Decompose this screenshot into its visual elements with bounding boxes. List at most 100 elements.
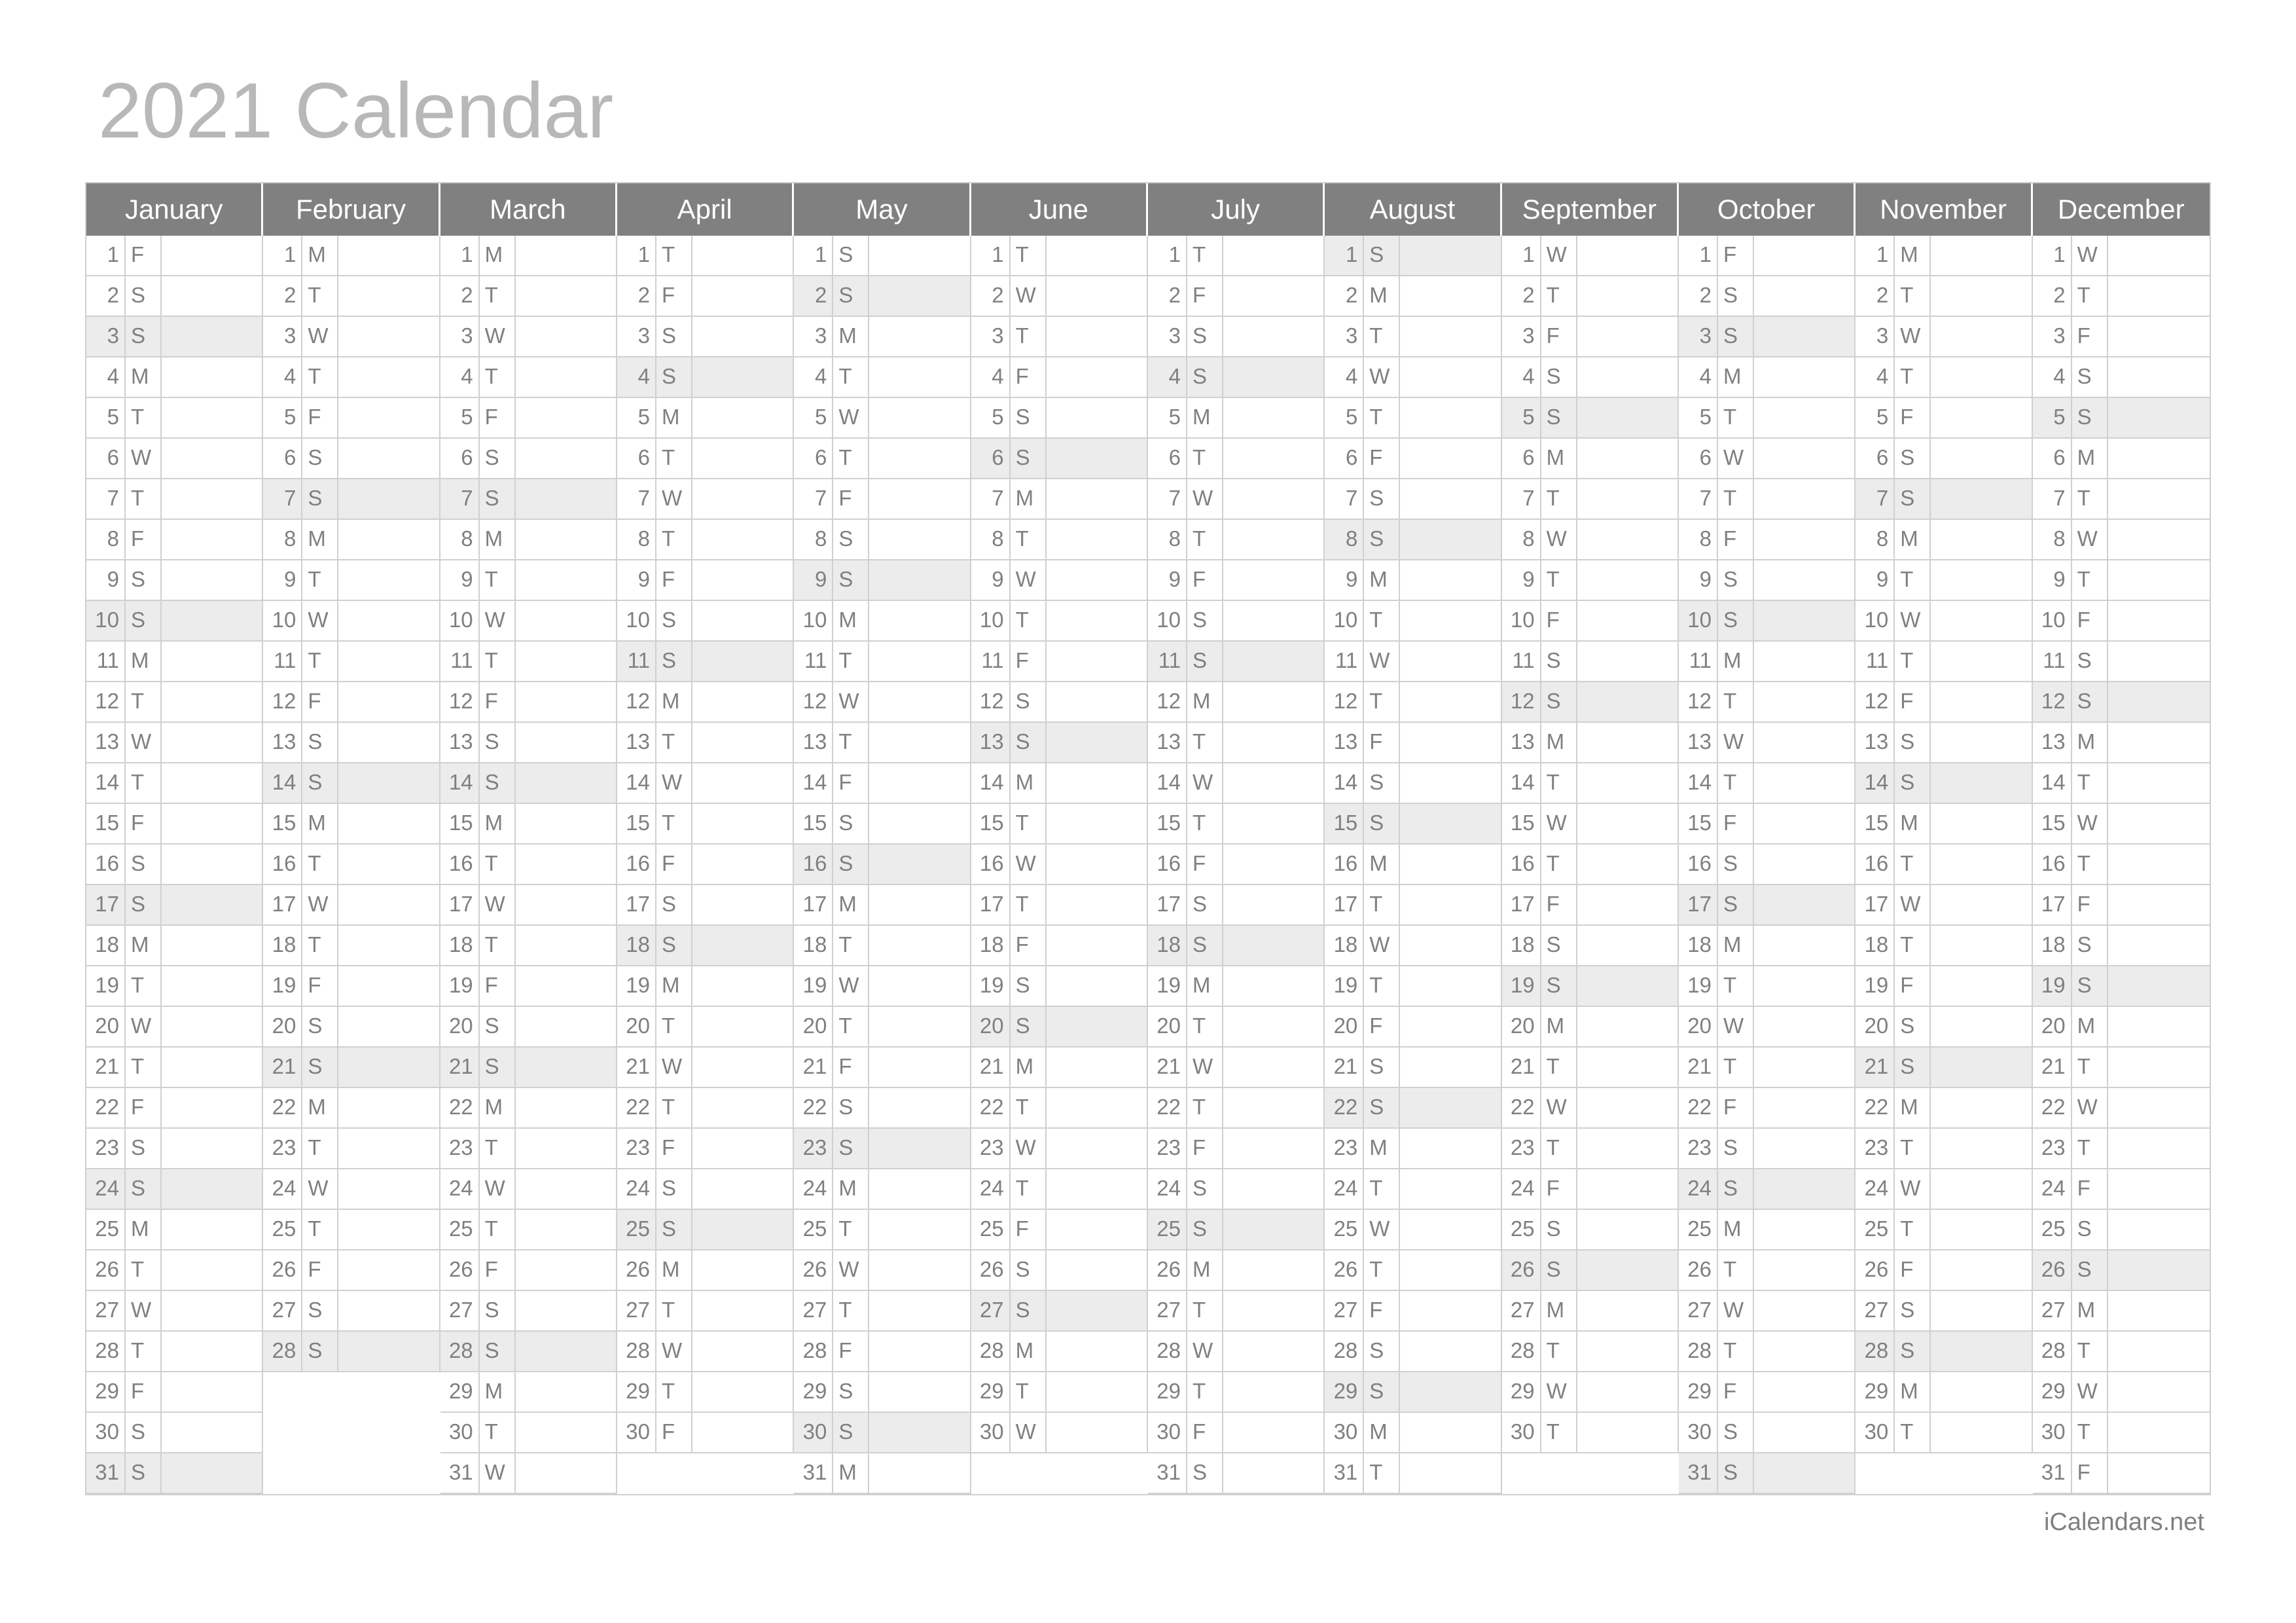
day-cell: 18S	[2033, 926, 2210, 966]
day-number: 24	[971, 1169, 1011, 1210]
day-space	[1400, 276, 1500, 317]
day-weekday: F	[1541, 885, 1577, 926]
day-number: 18	[2033, 926, 2072, 966]
day-space	[1223, 1210, 1323, 1250]
day-number: 11	[263, 642, 302, 682]
day-weekday: W	[480, 1453, 516, 1494]
day-space	[1931, 723, 2031, 763]
day-weekday: S	[833, 1088, 869, 1129]
day-space	[692, 1007, 793, 1048]
day-weekday: T	[1718, 966, 1754, 1007]
day-weekday: W	[480, 601, 516, 642]
day-space	[338, 236, 439, 276]
day-space	[1047, 642, 1147, 682]
day-weekday: W	[1364, 357, 1400, 398]
day-cell: 1S	[794, 236, 971, 276]
day-weekday: S	[1541, 1210, 1577, 1250]
day-number: 1	[440, 236, 480, 276]
day-weekday: S	[1364, 763, 1400, 804]
day-cell: 16F	[617, 845, 794, 885]
day-weekday: M	[833, 317, 869, 357]
day-weekday: F	[2072, 1169, 2108, 1210]
day-space	[1223, 317, 1323, 357]
day-weekday: T	[1364, 1453, 1400, 1494]
day-weekday: F	[480, 682, 516, 723]
day-number: 19	[1856, 966, 1895, 1007]
day-number: 28	[1679, 1332, 1718, 1372]
day-weekday: F	[1187, 845, 1223, 885]
day-cell: 26S	[1502, 1250, 1679, 1291]
day-cell: 12W	[794, 682, 971, 723]
day-weekday: F	[2072, 1453, 2108, 1494]
day-cell: 26T	[1679, 1250, 1856, 1291]
month-column: November1M2T3W4T5F6S7S8M9T10W11T12F13S14…	[1856, 183, 2032, 1494]
month-column: July1T2F3S4S5M6T7W8T9F10S11S12M13T14W15T…	[1148, 183, 1325, 1494]
day-weekday: S	[1011, 398, 1047, 439]
day-number: 2	[440, 276, 480, 317]
day-space	[516, 317, 616, 357]
day-cell: 10S	[1679, 601, 1856, 642]
day-number: 9	[1502, 560, 1541, 601]
day-number: 20	[86, 1007, 126, 1048]
day-weekday: T	[833, 1007, 869, 1048]
day-space	[338, 1048, 439, 1088]
day-number: 27	[1325, 1291, 1364, 1332]
day-space	[1754, 560, 1854, 601]
day-space	[2108, 1372, 2210, 1413]
day-number: 20	[617, 1007, 656, 1048]
day-number: 17	[440, 885, 480, 926]
day-number: 11	[1502, 642, 1541, 682]
day-weekday: F	[1364, 723, 1400, 763]
footer-credit: iCalendars.net	[85, 1508, 2211, 1537]
day-weekday: T	[1541, 763, 1577, 804]
day-number: 28	[440, 1332, 480, 1372]
day-weekday: T	[1718, 763, 1754, 804]
day-cell: 14S	[1325, 763, 1501, 804]
day-cell: 29M	[1856, 1372, 2032, 1413]
day-number: 15	[794, 804, 833, 845]
day-cell: 9F	[617, 560, 794, 601]
day-number: 6	[1679, 439, 1718, 479]
day-space	[869, 682, 969, 723]
day-cell: 17S	[617, 885, 794, 926]
day-cell: 20M	[2033, 1007, 2210, 1048]
day-weekday: F	[1011, 926, 1047, 966]
day-weekday: S	[833, 845, 869, 885]
day-number: 13	[2033, 723, 2072, 763]
day-space	[692, 1048, 793, 1088]
day-cell: 31M	[794, 1453, 971, 1494]
day-space	[1754, 642, 1854, 682]
day-space	[1223, 1169, 1323, 1210]
day-number: 25	[263, 1210, 302, 1250]
day-weekday: T	[1364, 885, 1400, 926]
day-cell: 14W	[1148, 763, 1325, 804]
day-cell: 7W	[617, 479, 794, 520]
day-number: 3	[1148, 317, 1187, 357]
day-weekday: F	[302, 682, 338, 723]
day-space	[162, 966, 262, 1007]
day-number: 27	[1148, 1291, 1187, 1332]
day-cell: 30T	[1502, 1413, 1679, 1453]
day-space	[692, 560, 793, 601]
day-cell: 28T	[1679, 1332, 1856, 1372]
day-space	[1931, 682, 2031, 723]
day-number: 1	[971, 236, 1011, 276]
day-weekday: W	[833, 398, 869, 439]
day-weekday: S	[2072, 926, 2108, 966]
day-space	[338, 885, 439, 926]
day-number: 29	[440, 1372, 480, 1413]
day-weekday: W	[2072, 236, 2108, 276]
day-cell: 31S	[1148, 1453, 1325, 1494]
day-number: 20	[794, 1007, 833, 1048]
day-number: 16	[1148, 845, 1187, 885]
day-weekday: W	[1541, 236, 1577, 276]
day-space	[516, 520, 616, 560]
day-space	[516, 723, 616, 763]
day-cell: 7S	[263, 479, 440, 520]
day-cell: 12T	[86, 682, 263, 723]
day-space	[162, 1250, 262, 1291]
day-space	[516, 276, 616, 317]
day-cell: 6F	[1325, 439, 1501, 479]
day-space	[1047, 560, 1147, 601]
day-space	[1047, 1332, 1147, 1372]
